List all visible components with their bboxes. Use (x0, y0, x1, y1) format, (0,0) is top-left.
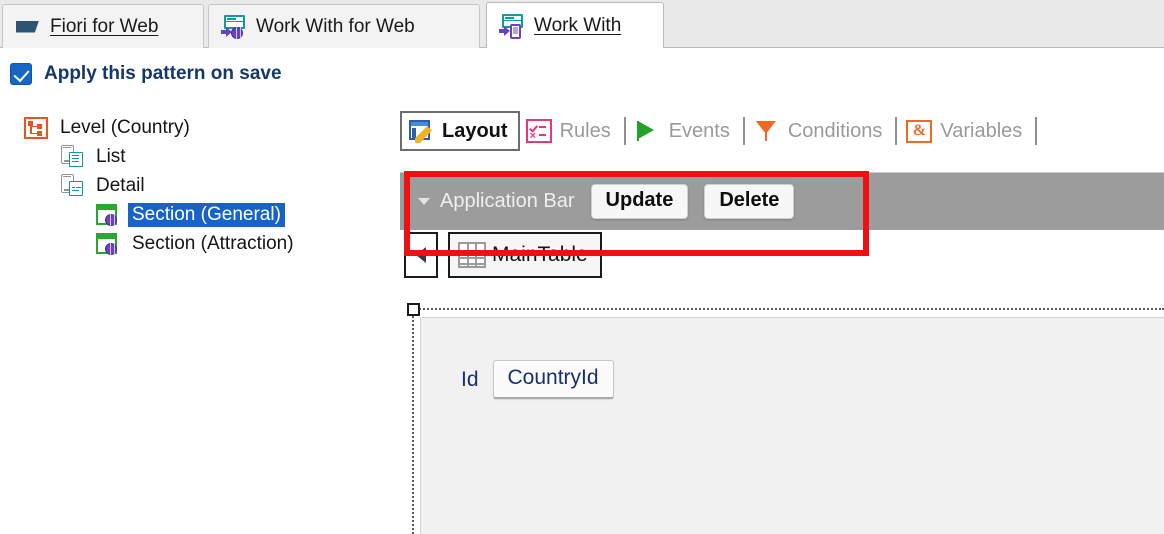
delete-button[interactable]: Delete (704, 184, 795, 219)
tab-label: Work With (534, 14, 622, 36)
grid-table-icon (458, 242, 486, 268)
apply-pattern-label: Apply this pattern on save (44, 63, 282, 84)
rules-checklist-icon: × (525, 119, 552, 143)
tree-item-detail[interactable]: Detail (60, 171, 384, 200)
tab-maintable[interactable]: MainTable (448, 232, 602, 278)
pattern-tab-strip: Fiori for Web Work With for Web Work Wit… (0, 0, 1164, 48)
tab-layout[interactable]: Layout (400, 111, 520, 151)
layout-designer: Layout × Rules Events Conditions & Varia… (400, 108, 1164, 534)
tab-variables[interactable]: & Variables (900, 111, 1032, 151)
app-window: Fiori for Web Work With for Web Work Wit… (0, 0, 1164, 534)
tree-item-label: Section (General) (128, 202, 285, 227)
chevron-down-icon[interactable] (418, 198, 430, 205)
tab-label: Variables (940, 119, 1023, 142)
toolbar-divider (1035, 117, 1038, 145)
toolbar-divider (742, 117, 745, 145)
web-work-with-icon (221, 14, 247, 40)
tab-conditions[interactable]: Conditions (748, 111, 893, 151)
countryid-input[interactable]: CountryId (492, 360, 614, 399)
section-web-icon (96, 232, 120, 256)
tree-item-label: List (96, 145, 126, 167)
tab-rules[interactable]: × Rules (520, 111, 621, 151)
form-field-id: Id CountryId (461, 360, 614, 399)
tab-label: MainTable (492, 243, 588, 266)
form-canvas[interactable]: Id CountryId (420, 317, 1164, 534)
tree-item-level-country[interactable]: Level (Country) (24, 113, 384, 142)
tab-work-with-for-web[interactable]: Work With for Web (208, 4, 480, 48)
tab-fiori-for-web[interactable]: Fiori for Web (2, 4, 204, 48)
tab-work-with[interactable]: Work With (486, 2, 664, 48)
tree-item-label: Section (Attraction) (132, 232, 294, 254)
application-bar-title: Application Bar (440, 190, 575, 212)
content-tab-row: MainTable (404, 232, 602, 278)
tree-item-section-general[interactable]: Section (General) (96, 200, 384, 229)
events-flag-icon (635, 118, 661, 144)
tab-events[interactable]: Events (629, 111, 740, 151)
layout-pencil-icon (408, 118, 434, 144)
toolbar-divider (895, 117, 898, 145)
device-list-icon (60, 144, 84, 169)
tab-label: Work With for Web (256, 15, 415, 37)
field-label: Id (461, 367, 479, 391)
fiori-flag-icon (15, 14, 41, 40)
tree-item-list[interactable]: List (60, 142, 384, 171)
pattern-tree: Level (Country) List Detail Section (Gen… (24, 113, 384, 258)
tab-label: Layout (442, 119, 508, 142)
tree-item-label: Detail (96, 174, 145, 196)
variables-ampersand-icon: & (906, 119, 933, 143)
selection-handle[interactable] (407, 303, 420, 316)
toolbar-divider (623, 117, 626, 145)
tab-label: Conditions (787, 119, 883, 142)
form-design-surface[interactable]: Id CountryId (407, 303, 1164, 534)
mobile-work-with-icon (499, 13, 525, 39)
update-button[interactable]: Update (590, 184, 689, 219)
apply-pattern-row: Apply this pattern on save (10, 63, 282, 85)
conditions-funnel-icon (754, 118, 780, 144)
apply-pattern-checkbox[interactable] (10, 63, 32, 85)
tree-item-label: Level (Country) (60, 116, 190, 138)
level-node-icon (24, 116, 48, 139)
tab-label: Events (668, 119, 730, 142)
tab-label: Fiori for Web (50, 15, 159, 37)
device-detail-icon (60, 173, 84, 198)
tab-label: Rules (559, 119, 611, 142)
tree-item-section-attraction[interactable]: Section (Attraction) (96, 229, 384, 258)
scroll-left-button[interactable] (404, 232, 438, 278)
designer-tab-bar: Layout × Rules Events Conditions & Varia… (400, 108, 1164, 154)
section-web-icon (96, 203, 120, 227)
application-bar: Application Bar Update Delete (400, 172, 1164, 230)
